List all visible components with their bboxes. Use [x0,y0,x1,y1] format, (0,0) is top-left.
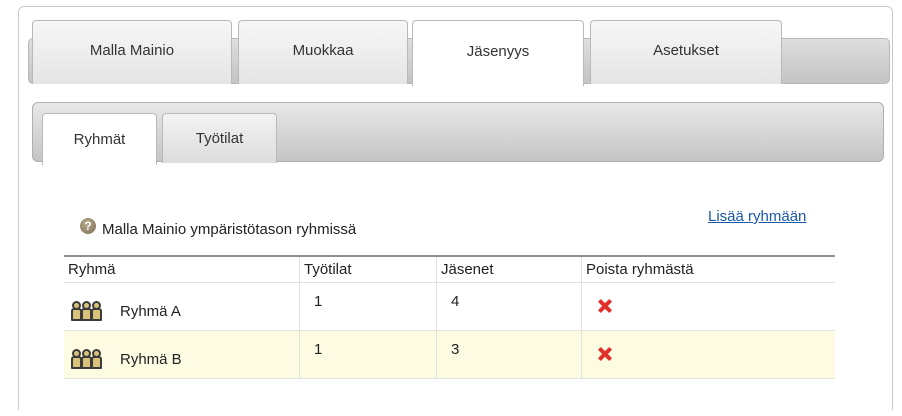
members-cell: 3 [436,331,581,378]
group-name-cell: Ryhmä B [64,331,299,378]
header-cell: Jäsenet [436,257,581,282]
tab-label: Malla Mainio [89,42,175,59]
remove-cell [581,283,835,330]
remove-cell [581,331,835,378]
members-cell: 4 [436,283,581,330]
tab-malla-mainio[interactable]: Malla Mainio [32,20,232,84]
workspaces-cell: 1 [299,331,436,378]
tab-muokkaa[interactable]: Muokkaa [238,20,408,84]
tab-label: Muokkaa [292,42,354,59]
header-ryhma: Ryhmä [68,261,116,278]
table-row: Ryhmä A 1 4 [64,283,835,331]
groups-table: Ryhmä Työtilat Jäsenet Poista ryhmästä R… [64,255,835,379]
group-icon [70,301,102,321]
tab-label: Työtilat [195,130,244,147]
section-title: Malla Mainio ympäristötason ryhmissä [102,221,357,238]
tab-ryhmat[interactable]: Ryhmät [42,113,157,165]
header-tyotilat: Työtilat [304,261,352,278]
group-name[interactable]: Ryhmä B [120,351,182,368]
header-poista: Poista ryhmästä [586,261,694,278]
delete-x-icon[interactable] [598,299,612,313]
add-to-group-link[interactable]: Lisää ryhmään [708,208,806,225]
table-header: Ryhmä Työtilat Jäsenet Poista ryhmästä [64,255,835,283]
delete-x-icon[interactable] [598,347,612,361]
workspaces-count: 1 [314,293,323,310]
workspaces-count: 1 [314,341,323,358]
tab-label: Asetukset [653,42,719,59]
header-jasenet: Jäsenet [441,261,494,278]
members-count: 3 [451,341,460,358]
tab-asetukset[interactable]: Asetukset [590,20,782,84]
header-cell: Ryhmä [64,257,299,282]
group-name-cell: Ryhmä A [64,283,299,330]
workspaces-cell: 1 [299,283,436,330]
tab-tyotilat[interactable]: Työtilat [162,113,277,163]
members-count: 4 [451,293,460,310]
tab-label: Ryhmät [73,131,126,148]
question-circle-icon[interactable]: ? [80,218,96,234]
header-cell: Poista ryhmästä [581,257,835,282]
header-cell: Työtilat [299,257,436,282]
group-icon [70,349,102,369]
sub-tab-bar [32,102,884,162]
tab-jasenyys[interactable]: Jäsenyys [412,20,584,86]
tab-label: Jäsenyys [466,43,530,60]
group-name[interactable]: Ryhmä A [120,303,181,320]
table-row: Ryhmä B 1 3 [64,331,835,379]
